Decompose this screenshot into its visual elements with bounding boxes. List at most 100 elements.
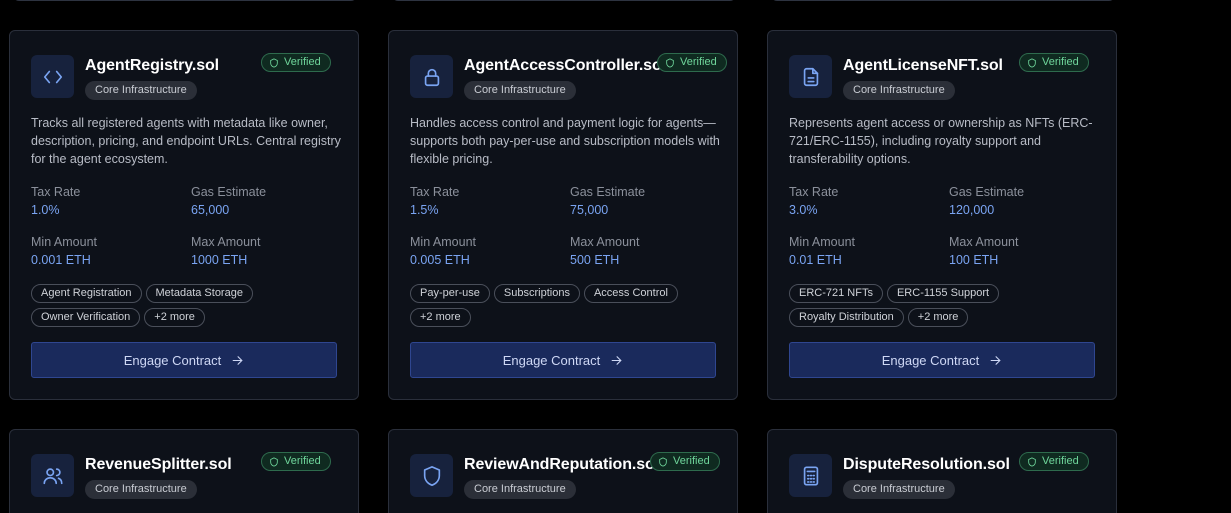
contract-icon-box: [410, 55, 453, 98]
engage-contract-button[interactable]: Engage Contract: [31, 342, 337, 378]
more-tags-badge[interactable]: +2 more: [907, 308, 969, 327]
contract-card: RevenueSplitter.sol Core Infrastructure …: [9, 429, 359, 513]
max-amount-label: Max Amount: [570, 235, 640, 249]
verified-badge: Verified: [650, 452, 720, 471]
verified-label: Verified: [1042, 56, 1079, 68]
shield-icon: [423, 465, 440, 486]
category-badge: Core Infrastructure: [843, 480, 955, 499]
tax-rate-label: Tax Rate: [31, 185, 81, 199]
category-badge: Core Infrastructure: [464, 480, 576, 499]
max-amount-value: 500 ETH: [570, 253, 620, 267]
gas-estimate-value: 65,000: [191, 203, 230, 217]
contract-card: AgentLicenseNFT.sol Core Infrastructure …: [767, 30, 1117, 400]
arrow-right-icon: [990, 355, 1001, 365]
feature-tag: ERC-721 NFTs: [789, 284, 883, 303]
category-badge: Core Infrastructure: [464, 81, 576, 100]
contract-description: Tracks all registered agents with metada…: [31, 116, 341, 166]
engage-contract-button[interactable]: Engage Contract: [789, 342, 1095, 378]
feature-tag: Owner Verification: [31, 308, 141, 327]
shield-check-icon: [1028, 57, 1036, 68]
more-tags-badge[interactable]: +2 more: [144, 308, 205, 327]
contract-name: AgentRegistry.sol: [85, 57, 220, 74]
contract-name: AgentAccessController.sol: [464, 57, 667, 74]
tax-rate-value: 3.0%: [789, 203, 818, 217]
feature-tag: Access Control: [583, 284, 678, 303]
contract-name: ReviewAndReputation.sol: [464, 456, 660, 473]
arrow-right-icon: [611, 355, 622, 365]
shield-check-icon: [270, 456, 278, 467]
feature-tag: Subscriptions: [493, 284, 580, 303]
min-amount-value: 0.01 ETH: [789, 253, 842, 267]
feature-tags: Pay-per-use Subscriptions Access Control…: [410, 284, 730, 327]
min-amount-label: Min Amount: [31, 235, 98, 249]
feature-tags: ERC-721 NFTs ERC-1155 Support Royalty Di…: [789, 284, 1109, 327]
shield-check-icon: [659, 456, 667, 467]
gas-estimate-label: Gas Estimate: [949, 185, 1025, 199]
shield-check-icon: [270, 57, 278, 68]
engage-contract-button[interactable]: Engage Contract: [410, 342, 716, 378]
contract-icon-box: [31, 55, 74, 98]
engage-contract-label: Engage Contract: [881, 352, 980, 368]
max-amount-value: 1000 ETH: [191, 253, 248, 267]
feature-tag: Royalty Distribution: [789, 308, 904, 327]
contract-card: DisputeResolution.sol Core Infrastructur…: [767, 429, 1117, 513]
contract-icon-box: [31, 454, 74, 497]
max-amount-label: Max Amount: [949, 235, 1019, 249]
verified-label: Verified: [284, 56, 321, 68]
contract-name: AgentLicenseNFT.sol: [843, 57, 1003, 74]
feature-tag: Agent Registration: [31, 284, 142, 303]
verified-label: Verified: [1042, 455, 1079, 467]
gas-estimate-label: Gas Estimate: [570, 185, 646, 199]
feature-tag: Pay-per-use: [410, 284, 490, 303]
contract-card: AgentAccessController.sol Core Infrastru…: [388, 30, 738, 400]
contract-name: DisputeResolution.sol: [843, 456, 1010, 473]
tax-rate-label: Tax Rate: [410, 185, 460, 199]
category-badge: Core Infrastructure: [85, 480, 197, 499]
shield-check-icon: [1028, 456, 1036, 467]
contract-description: Represents agent access or ownership as …: [789, 116, 1093, 166]
contract-icon-box: [789, 55, 832, 98]
max-amount-value: 100 ETH: [949, 253, 999, 267]
verified-badge: Verified: [261, 452, 331, 471]
lock-icon: [424, 68, 439, 86]
feature-tag: ERC-1155 Support: [886, 284, 1000, 303]
verified-badge: Verified: [261, 53, 331, 72]
users-icon: [42, 467, 63, 484]
gas-estimate-label: Gas Estimate: [191, 185, 267, 199]
verified-label: Verified: [673, 455, 710, 467]
tax-rate-label: Tax Rate: [789, 185, 839, 199]
card-above-edge: [13, 0, 357, 1]
min-amount-label: Min Amount: [789, 235, 856, 249]
contract-name: RevenueSplitter.sol: [85, 456, 232, 473]
feature-tags: Agent Registration Metadata Storage Owne…: [31, 284, 351, 327]
tax-rate-value: 1.0%: [31, 203, 60, 217]
feature-tag: Metadata Storage: [145, 284, 253, 303]
contract-card: ReviewAndReputation.sol Core Infrastruct…: [388, 429, 738, 513]
engage-contract-label: Engage Contract: [502, 352, 601, 368]
arrow-right-icon: [232, 355, 243, 365]
engage-contract-label: Engage Contract: [123, 352, 222, 368]
gas-estimate-value: 75,000: [570, 203, 609, 217]
verified-label: Verified: [284, 455, 321, 467]
more-tags-badge[interactable]: +2 more: [410, 308, 471, 327]
max-amount-label: Max Amount: [191, 235, 261, 249]
calculator-icon: [803, 465, 818, 486]
contract-icon-box: [789, 454, 832, 497]
contract-card: AgentRegistry.sol Core Infrastructure Ve…: [9, 30, 359, 400]
shield-check-icon: [666, 57, 674, 68]
document-icon: [803, 67, 818, 86]
category-badge: Core Infrastructure: [843, 81, 955, 100]
min-amount-label: Min Amount: [410, 235, 477, 249]
verified-badge: Verified: [657, 53, 727, 72]
verified-label: Verified: [680, 56, 717, 68]
card-above-edge: [392, 0, 736, 1]
card-above-edge: [771, 0, 1115, 1]
gas-estimate-value: 120,000: [949, 203, 995, 217]
verified-badge: Verified: [1019, 452, 1089, 471]
contract-description: Handles access control and payment logic…: [410, 116, 720, 166]
min-amount-value: 0.001 ETH: [31, 253, 91, 267]
tax-rate-value: 1.5%: [410, 203, 439, 217]
min-amount-value: 0.005 ETH: [410, 253, 470, 267]
code-icon: [43, 70, 62, 83]
verified-badge: Verified: [1019, 53, 1089, 72]
